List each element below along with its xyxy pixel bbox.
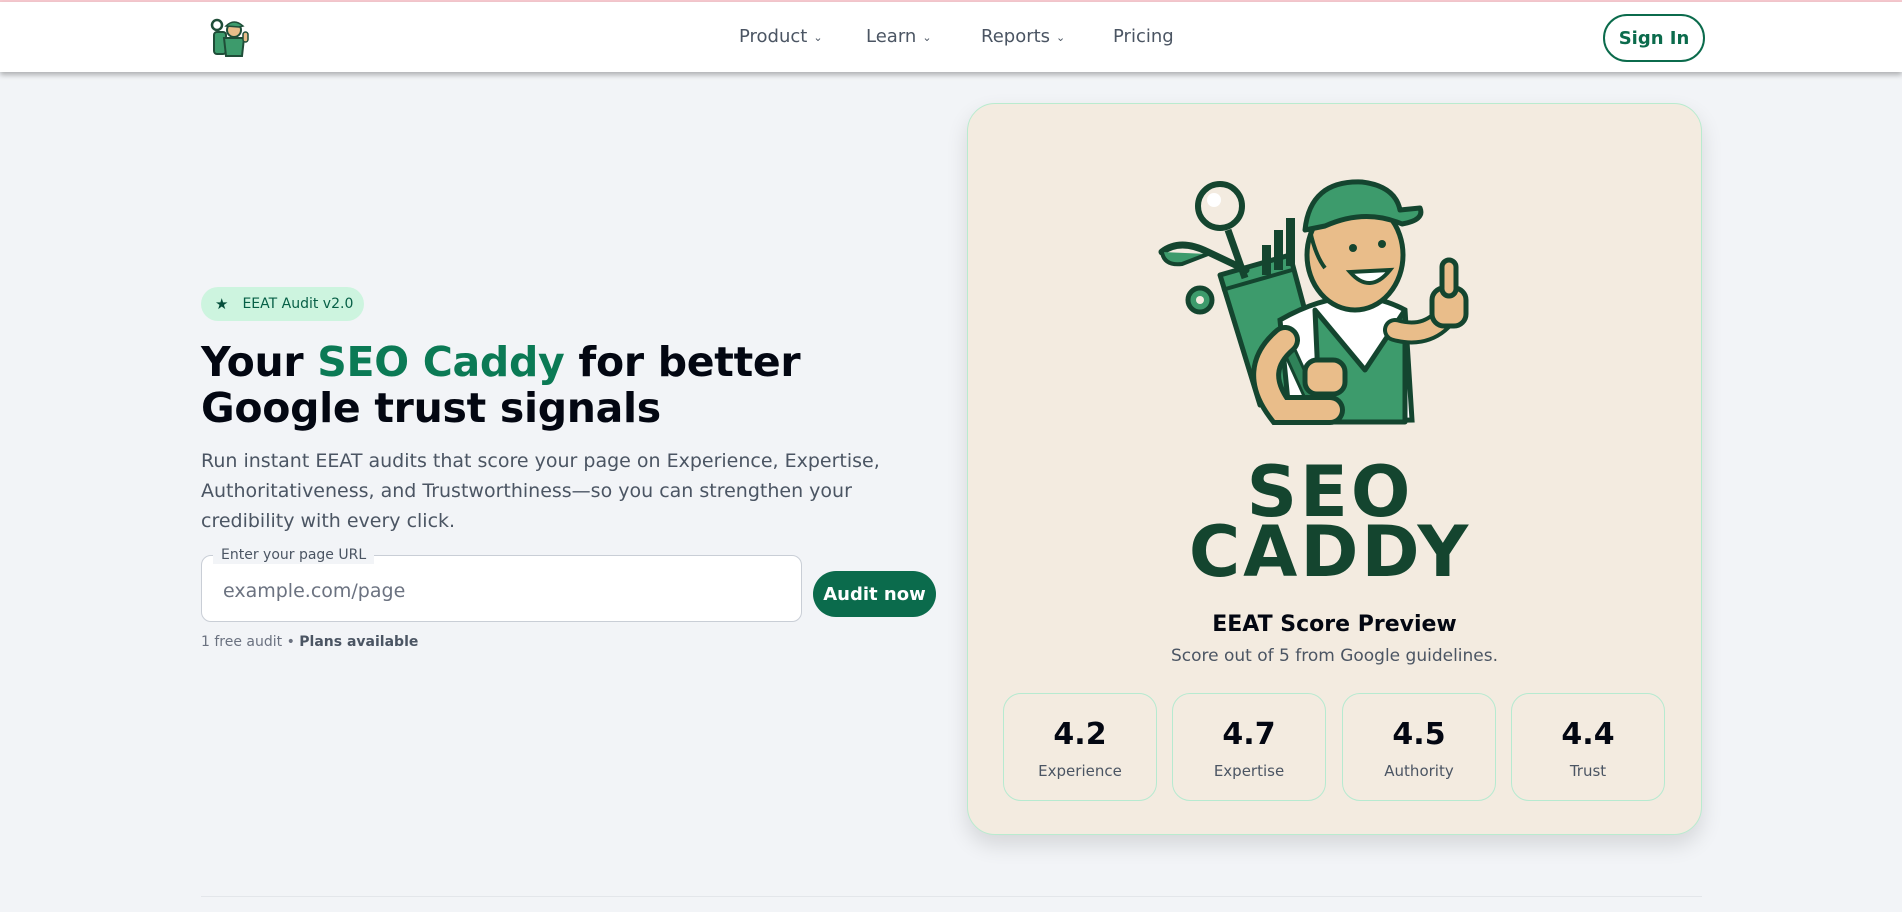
navbar: Product ⌄ Learn ⌄ Reports ⌄ Pricing Sign… (0, 2, 1902, 72)
score-preview-subtitle: Score out of 5 from Google guidelines. (1170, 646, 1499, 666)
headline-accent: SEO Caddy (317, 338, 565, 386)
score-preview-title: EEAT Score Preview (1212, 612, 1457, 637)
audit-now-button[interactable]: Audit now (813, 571, 936, 617)
score-tile-experience: 4.2 Experience (1003, 693, 1157, 801)
hero-description: Run instant EEAT audits that score your … (201, 450, 880, 532)
star-icon: ★ (215, 295, 229, 313)
hero-headline: Your SEO Caddy for better Google trust s… (201, 339, 961, 431)
url-input[interactable] (221, 575, 785, 607)
mascot-logo-icon[interactable] (206, 16, 252, 62)
score-label: Authority (1384, 762, 1454, 780)
score-value: 4.7 (1222, 717, 1276, 752)
nav-product-label: Product (739, 26, 808, 47)
score-tile-authority: 4.5 Authority (1342, 693, 1496, 801)
nav-product[interactable]: Product ⌄ (739, 26, 823, 47)
chevron-down-icon: ⌄ (813, 30, 823, 44)
score-label: Trust (1569, 762, 1607, 780)
score-value: 4.4 (1561, 717, 1615, 752)
nav-learn[interactable]: Learn ⌄ (866, 26, 932, 47)
nav-pricing[interactable]: Pricing (1113, 26, 1174, 47)
headline-prefix: Your (201, 338, 318, 386)
chevron-down-icon: ⌄ (1056, 30, 1066, 44)
plan-note: 1 free audit • Plans available (201, 634, 418, 650)
section-divider (201, 896, 1702, 897)
score-tile-trust: 4.4 Trust (1511, 693, 1665, 801)
version-badge: ★ EEAT Audit v2.0 (201, 287, 364, 321)
url-field-label: Enter your page URL (213, 546, 375, 564)
nav-pricing-label: Pricing (1113, 26, 1174, 47)
score-value: 4.5 (1392, 717, 1446, 752)
plan-note-text: 1 free audit • (201, 634, 300, 650)
brand-wordmark-line2: CADDY (1188, 511, 1472, 593)
score-tile-expertise: 4.7 Expertise (1172, 693, 1326, 801)
sign-in-button[interactable]: Sign In (1603, 14, 1705, 62)
nav-reports-label: Reports (981, 26, 1051, 47)
score-value: 4.2 (1053, 717, 1107, 752)
chevron-down-icon: ⌄ (922, 30, 932, 44)
plans-available-text: Plans available (299, 634, 419, 650)
score-label: Experience (1038, 762, 1122, 780)
version-badge-label: EEAT Audit v2.0 (242, 296, 354, 312)
nav-learn-label: Learn (866, 26, 917, 47)
golf-caddy-mascot-icon (1158, 179, 1469, 425)
nav-reports[interactable]: Reports ⌄ (981, 26, 1065, 47)
score-label: Expertise (1213, 762, 1285, 780)
